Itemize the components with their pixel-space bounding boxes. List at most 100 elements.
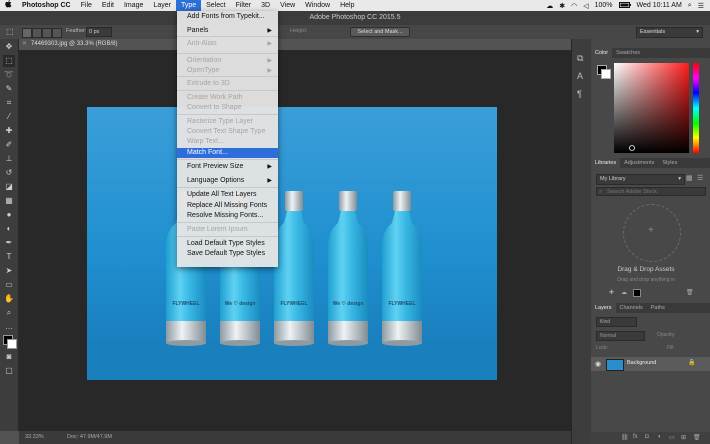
menu-filter[interactable]: Filter (231, 0, 257, 11)
type-menu-item[interactable]: Panels ▶ (177, 26, 278, 36)
quick-select-tool-icon[interactable]: ✎ (3, 83, 15, 95)
type-menu-item[interactable]: Match Font... (177, 148, 278, 158)
new-selection-icon[interactable] (22, 28, 32, 38)
paragraph-panel-icon[interactable]: ¶ (577, 89, 582, 99)
tab-channels[interactable]: Channels (616, 303, 647, 313)
apple-menu-icon[interactable] (0, 0, 17, 11)
layer-filter-select[interactable]: Kind (596, 317, 637, 327)
tab-color[interactable]: Color (591, 48, 613, 58)
type-menu-item[interactable]: Language Options ▶ (177, 176, 278, 186)
history-brush-tool-icon[interactable]: ↺ (3, 167, 15, 179)
menu-3d[interactable]: 3D (256, 0, 275, 11)
color-background-swatch[interactable] (601, 69, 611, 79)
menu-type[interactable]: Type (175, 0, 202, 11)
bluetooth-icon[interactable]: ✱ (559, 2, 565, 10)
type-menu-item[interactable]: Replace All Missing Fonts (177, 201, 278, 211)
intersect-selection-icon[interactable] (52, 28, 62, 38)
menu-window[interactable]: Window (300, 0, 335, 11)
tab-styles[interactable]: Styles (658, 158, 681, 168)
link-layers-icon[interactable]: ⛓ (621, 434, 629, 441)
tab-layers[interactable]: Layers (591, 303, 616, 313)
new-layer-icon[interactable]: ⊞ (681, 434, 686, 441)
drag-drop-zone[interactable]: + (623, 204, 681, 262)
eyedropper-tool-icon[interactable]: ⁄ (3, 111, 15, 123)
add-selection-icon[interactable] (32, 28, 42, 38)
delete-layer-icon[interactable]: 🗑 (693, 434, 701, 441)
pen-tool-icon[interactable]: ✒ (3, 237, 15, 249)
history-panel-icon[interactable]: ⧉ (577, 53, 583, 64)
app-menu[interactable]: Photoshop CC (17, 0, 76, 11)
zoom-level[interactable]: 33.33% (25, 431, 44, 444)
volume-icon[interactable]: ◁ (583, 2, 588, 10)
blur-tool-icon[interactable]: ● (3, 209, 15, 221)
menu-layer[interactable]: Layer (148, 0, 176, 11)
spotlight-icon[interactable]: ⌕ (688, 2, 692, 10)
move-tool-icon[interactable]: ✥ (3, 41, 15, 53)
workspace-select[interactable]: Essentials ▾ (636, 27, 703, 38)
type-tool-icon[interactable]: T (3, 251, 15, 263)
rectangle-tool-icon[interactable]: ▭ (3, 279, 15, 291)
type-menu-item[interactable]: Font Preview Size ▶ (177, 162, 278, 172)
crop-tool-icon[interactable]: ⌗ (3, 97, 15, 109)
document-image[interactable]: FLYWHEEL We ♡ design FLYWHEEL We ♡ desig… (87, 107, 497, 380)
close-tab-icon[interactable]: ✕ (22, 39, 27, 50)
color-picker-field[interactable] (614, 63, 689, 153)
gradient-tool-icon[interactable]: ▦ (3, 195, 15, 207)
eraser-tool-icon[interactable]: ◪ (3, 181, 15, 193)
marquee-tool-icon[interactable]: ⬚ (3, 55, 15, 67)
more-tools-icon[interactable]: … (3, 321, 15, 333)
menu-image[interactable]: Image (119, 0, 148, 11)
creative-cloud-icon[interactable]: ☁ (546, 2, 553, 10)
type-menu-item[interactable]: Resolve Missing Fonts... (177, 211, 278, 221)
library-list-view-icon[interactable]: ☰ (697, 174, 703, 182)
feather-input[interactable]: 0 px (86, 27, 112, 37)
blend-mode-select[interactable]: Normal (596, 331, 645, 341)
menu-edit[interactable]: Edit (97, 0, 119, 11)
fx-icon[interactable]: fx (633, 434, 638, 440)
subtract-selection-icon[interactable] (42, 28, 52, 38)
select-and-mask-button[interactable]: Select and Mask... (350, 27, 410, 37)
library-trash-icon[interactable]: 🗑 (686, 289, 694, 296)
tab-adjustments[interactable]: Adjustments (620, 158, 658, 168)
path-select-tool-icon[interactable]: ➤ (3, 265, 15, 277)
menu-view[interactable]: View (275, 0, 300, 11)
layer-name[interactable]: Background (627, 360, 656, 366)
type-menu-item[interactable]: Load Default Type Styles (177, 239, 278, 249)
visibility-eye-icon[interactable]: ◉ (595, 360, 601, 368)
library-color-icon[interactable] (633, 289, 641, 297)
clock[interactable]: Wed 10:11 AM (637, 2, 682, 9)
background-color-swatch[interactable] (7, 339, 17, 349)
adjustment-layer-icon[interactable]: ◑ (657, 434, 661, 440)
menu-file[interactable]: File (76, 0, 97, 11)
wifi-icon[interactable]: ◠ (571, 2, 577, 10)
type-menu-item[interactable]: Update All Text Layers (177, 190, 278, 200)
menu-select[interactable]: Select (201, 0, 230, 11)
character-panel-icon[interactable]: A (577, 71, 583, 81)
brush-tool-icon[interactable]: ✐ (3, 139, 15, 151)
library-grid-view-icon[interactable]: ▦ (686, 174, 693, 182)
document-tab[interactable]: ✕ 74469303.jpg @ 33.3% (RGB/8) (19, 39, 149, 50)
type-menu-item[interactable]: Save Default Type Styles (177, 249, 278, 259)
stock-search-input[interactable]: ⌕ Search Adobe Stock (596, 187, 706, 196)
notification-center-icon[interactable]: ☰ (698, 2, 704, 10)
lasso-tool-icon[interactable]: ➰ (3, 69, 15, 81)
library-select[interactable]: My Library ▾ (596, 174, 685, 185)
quick-mask-icon[interactable]: ◙ (3, 351, 15, 363)
hue-slider[interactable] (693, 63, 699, 153)
menu-help[interactable]: Help (335, 0, 359, 11)
add-content-icon[interactable]: ✚ (609, 289, 614, 296)
healing-brush-tool-icon[interactable]: ✚ (3, 125, 15, 137)
type-menu-item[interactable]: Add Fonts from Typekit... (177, 12, 278, 22)
battery-icon[interactable] (618, 1, 631, 10)
zoom-tool-icon[interactable]: ⌕ (3, 307, 15, 319)
cc-icon[interactable]: ☁ (621, 289, 627, 296)
layer-row[interactable]: ◉ Background 🔒 (591, 357, 710, 371)
tab-paths[interactable]: Paths (647, 303, 669, 313)
mask-icon[interactable]: ◘ (645, 434, 649, 440)
tab-libraries[interactable]: Libraries (591, 158, 621, 168)
hand-tool-icon[interactable]: ✋ (3, 293, 15, 305)
screen-mode-icon[interactable]: ▢ (3, 365, 15, 377)
marquee-preset-icon[interactable]: ⬚ (6, 27, 14, 36)
clone-stamp-tool-icon[interactable]: ⊥ (3, 153, 15, 165)
dodge-tool-icon[interactable]: ◐ (3, 223, 15, 235)
